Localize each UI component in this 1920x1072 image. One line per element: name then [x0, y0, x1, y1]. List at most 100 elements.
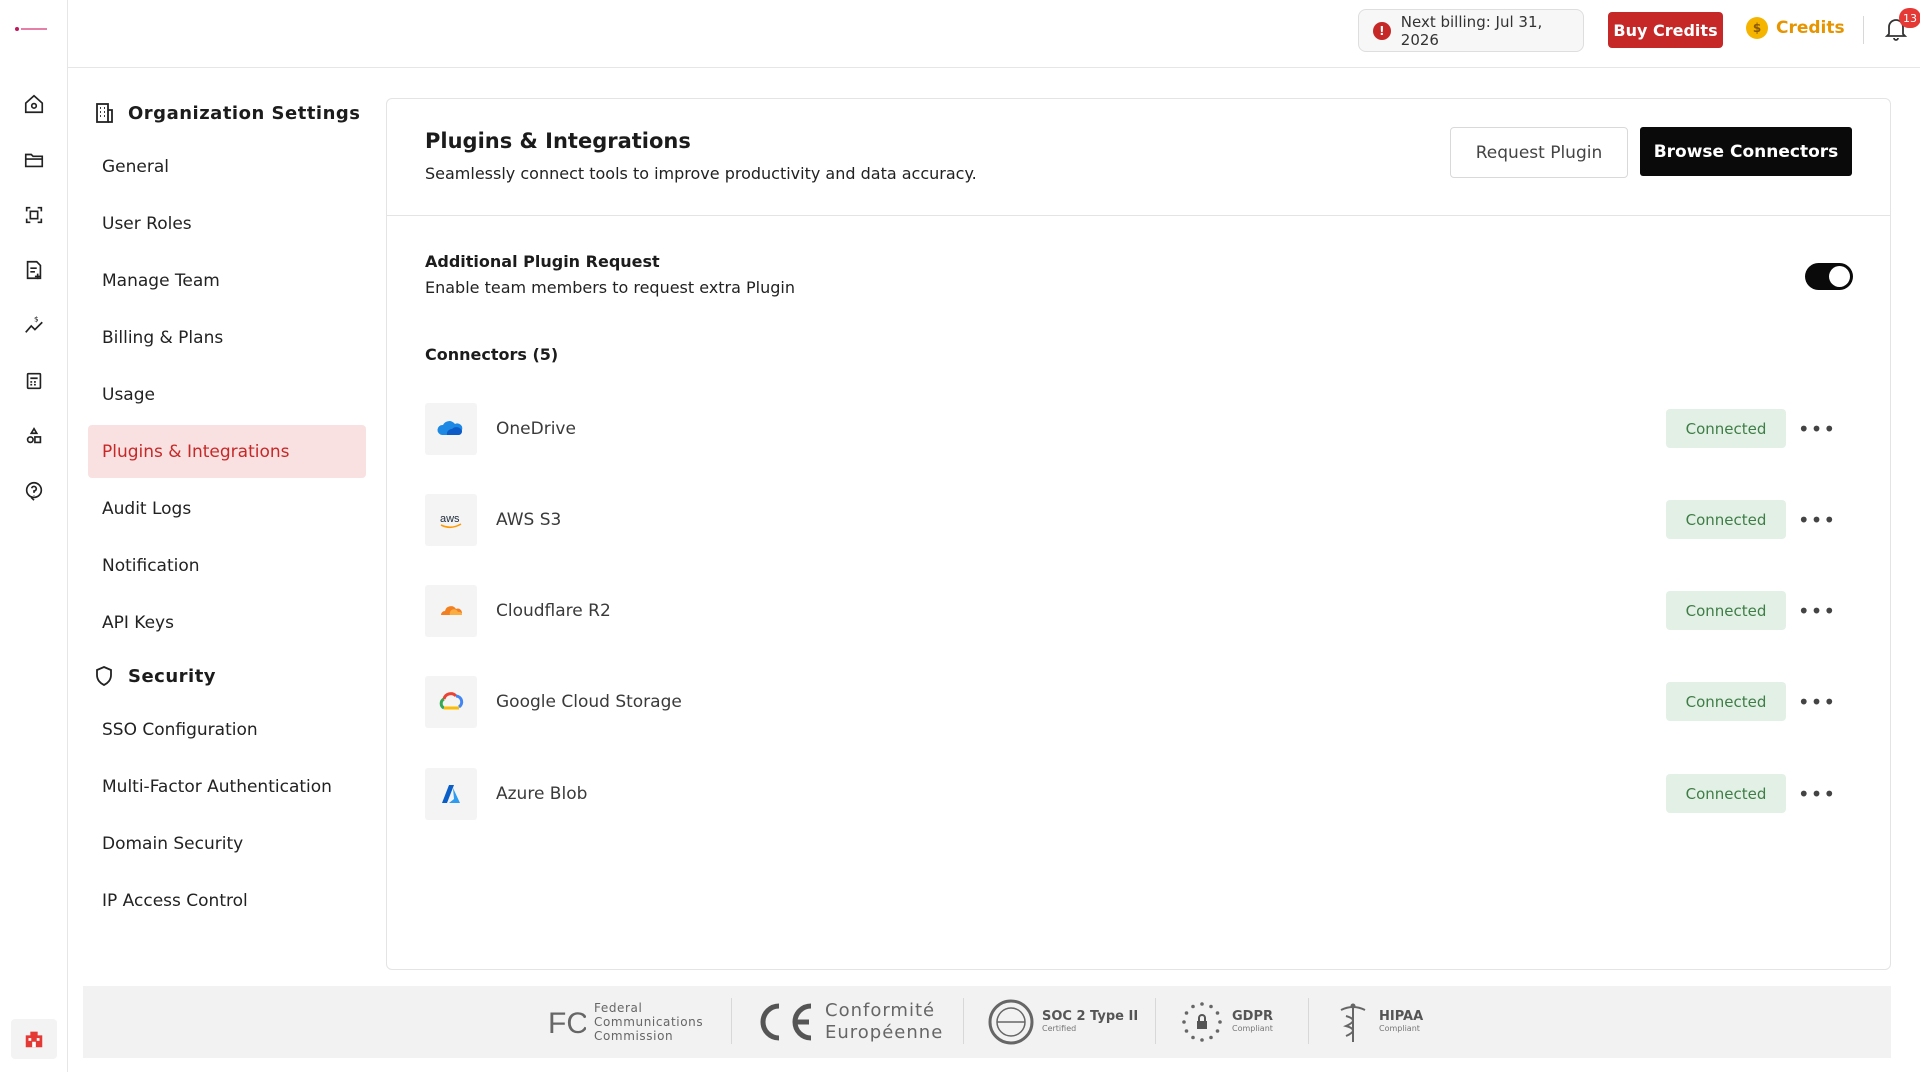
more-options-icon[interactable]: ••• — [1798, 779, 1835, 809]
nav-item-usage[interactable]: Usage — [88, 368, 366, 421]
cloudflare-icon — [425, 585, 477, 637]
svg-text:FC: FC — [548, 1007, 586, 1038]
ce-line-1: Conformité — [825, 1000, 936, 1021]
nav-item-ip-access-control[interactable]: IP Access Control — [88, 874, 366, 927]
fcc-line-1: Federal — [594, 1001, 643, 1015]
azure-icon — [425, 768, 477, 820]
more-options-icon[interactable]: ••• — [1798, 505, 1835, 535]
nav-item-api-keys[interactable]: API Keys — [88, 596, 366, 649]
credits-link[interactable]: $ Credits — [1746, 17, 1845, 39]
soc-title: SOC 2 Type II — [1042, 1009, 1139, 1024]
ce-badge: Conformité Européenne — [755, 996, 943, 1048]
organization-settings-heading: Organization Settings — [88, 90, 368, 136]
page-title: Plugins & Integrations — [425, 129, 691, 153]
more-options-icon[interactable]: ••• — [1798, 687, 1835, 717]
folder-icon[interactable] — [20, 146, 48, 174]
fcc-line-2: Communications — [594, 1015, 704, 1029]
divider — [963, 998, 964, 1044]
plugin-request-description: Enable team members to request extra Plu… — [425, 278, 795, 297]
aws-icon: aws — [425, 494, 477, 546]
compliance-footer: FC Federal Communications Commission Con… — [83, 986, 1891, 1058]
finance-trend-icon[interactable]: $ — [20, 311, 48, 339]
eu-stars-lock-icon — [1182, 1002, 1222, 1042]
organization-icon[interactable] — [11, 1019, 57, 1059]
gdpr-title: GDPR — [1232, 1009, 1273, 1024]
connector-row: aws AWS S3 Connected ••• — [425, 493, 1855, 547]
notification-badge: 13 — [1899, 8, 1920, 28]
divider — [731, 998, 732, 1044]
ce-line-2: Européenne — [825, 1022, 944, 1043]
soc-sub: Certified — [1042, 1024, 1077, 1033]
onedrive-icon — [425, 403, 477, 455]
status-badge: Connected — [1666, 774, 1786, 813]
org-heading-label: Organization Settings — [128, 102, 361, 124]
divider — [1308, 998, 1309, 1044]
billing-label: Next billing: Jul 31, 2026 — [1400, 12, 1543, 49]
toggle-knob — [1829, 266, 1850, 287]
hipaa-badge: HIPAA Compliant — [1335, 996, 1423, 1048]
connector-row: Cloudflare R2 Connected ••• — [425, 584, 1855, 638]
soc-badge: SOC 2 Type II Certified — [988, 996, 1138, 1048]
billing-notice[interactable]: ! Next billing: Jul 31, 2026 — [1358, 9, 1584, 52]
ce-logo-icon — [760, 1003, 812, 1041]
nav-item-notification[interactable]: Notification — [88, 539, 366, 592]
browse-connectors-button[interactable]: Browse Connectors — [1640, 127, 1852, 176]
more-options-icon[interactable]: ••• — [1798, 596, 1835, 626]
fcc-line-3: Commission — [594, 1029, 674, 1043]
connector-row: Azure Blob Connected ••• — [425, 767, 1855, 821]
app-logo[interactable] — [14, 24, 54, 38]
nav-item-plugins-integrations[interactable]: Plugins & Integrations — [88, 425, 366, 478]
home-icon[interactable] — [20, 90, 48, 118]
coin-icon: $ — [1746, 17, 1768, 39]
hipaa-title: HIPAA — [1379, 1009, 1424, 1024]
connector-name: OneDrive — [496, 419, 576, 439]
fcc-logo-icon: FC — [548, 1007, 586, 1038]
connectors-title: Connectors (5) — [425, 345, 559, 364]
caduceus-icon — [1340, 1003, 1366, 1042]
aicpa-seal-icon — [988, 999, 1034, 1045]
nav-item-user-roles[interactable]: User Roles — [88, 197, 366, 250]
gdpr-badge: GDPR Compliant — [1180, 996, 1273, 1048]
connector-row: OneDrive Connected ••• — [425, 402, 1855, 456]
buy-credits-button[interactable]: Buy Credits — [1608, 12, 1723, 48]
shapes-icon[interactable] — [20, 422, 48, 450]
page-subtitle: Seamlessly connect tools to improve prod… — [425, 164, 977, 183]
calculator-icon[interactable] — [20, 367, 48, 395]
nav-item-mfa[interactable]: Multi-Factor Authentication — [88, 760, 366, 813]
status-badge: Connected — [1666, 500, 1786, 539]
card-header: Plugins & Integrations Seamlessly connec… — [387, 99, 1890, 216]
settings-nav: Organization Settings General User Roles… — [88, 90, 368, 931]
shield-icon — [96, 666, 112, 686]
help-circle-icon[interactable] — [20, 477, 48, 505]
svg-text:$: $ — [34, 314, 39, 323]
nav-item-general[interactable]: General — [88, 140, 366, 193]
plugin-request-title: Additional Plugin Request — [425, 252, 660, 271]
nav-item-domain-security[interactable]: Domain Security — [88, 817, 366, 870]
more-options-icon[interactable]: ••• — [1798, 414, 1835, 444]
nav-item-manage-team[interactable]: Manage Team — [88, 254, 366, 307]
divider — [1155, 998, 1156, 1044]
connector-name: Google Cloud Storage — [496, 692, 682, 712]
status-badge: Connected — [1666, 591, 1786, 630]
document-add-icon[interactable] — [20, 256, 48, 284]
security-heading-label: Security — [128, 665, 217, 687]
plugin-request-toggle[interactable] — [1805, 263, 1853, 290]
nav-item-billing-plans[interactable]: Billing & Plans — [88, 311, 366, 364]
status-badge: Connected — [1666, 682, 1786, 721]
nav-item-sso-configuration[interactable]: SSO Configuration — [88, 703, 366, 756]
connector-row: Google Cloud Storage Connected ••• — [425, 675, 1855, 729]
credits-label: Credits — [1776, 18, 1845, 38]
divider — [1863, 16, 1864, 44]
connector-name: Cloudflare R2 — [496, 601, 611, 621]
building-icon — [96, 103, 113, 123]
fcc-badge: FC Federal Communications Commission — [548, 996, 703, 1048]
connector-name: AWS S3 — [496, 510, 562, 530]
svg-text:aws: aws — [440, 513, 460, 525]
nav-item-audit-logs[interactable]: Audit Logs — [88, 482, 366, 535]
request-plugin-button[interactable]: Request Plugin — [1450, 127, 1628, 178]
icon-rail: $ — [0, 0, 68, 1072]
scan-icon[interactable] — [20, 201, 48, 229]
connector-name: Azure Blob — [496, 784, 588, 804]
security-heading: Security — [88, 653, 368, 699]
gdpr-sub: Compliant — [1232, 1024, 1273, 1033]
